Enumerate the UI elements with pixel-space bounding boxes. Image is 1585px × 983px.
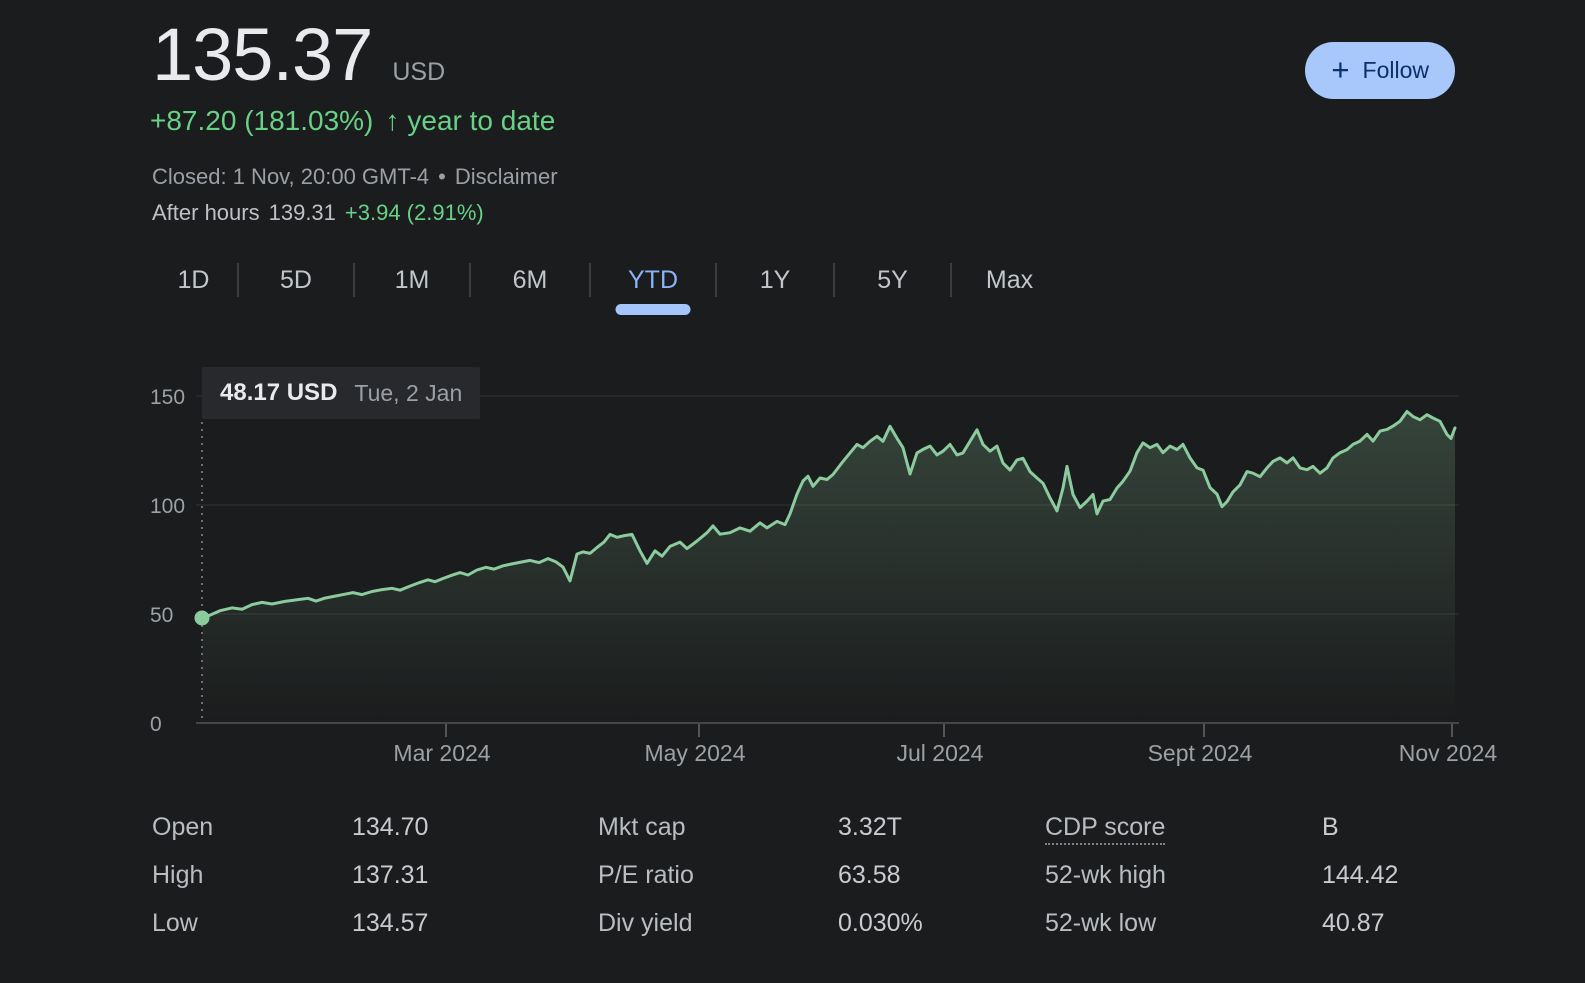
y-axis-label: 50 (150, 604, 173, 627)
x-axis-label: Jul 2024 (897, 740, 984, 766)
stat-value: 3.32T (838, 813, 902, 842)
market-status-row: Closed: 1 Nov, 20:00 GMT-4 • Disclaimer (152, 163, 558, 191)
y-axis-label: 150 (150, 386, 185, 409)
price-change-row: +87.20 (181.03%) ↑ year to date (150, 104, 555, 138)
separator-dot: • (438, 163, 446, 191)
stat-label: Low (152, 909, 352, 938)
follow-button-label: Follow (1363, 57, 1429, 84)
x-axis-label: Sept 2024 (1148, 740, 1253, 766)
hovered-point-dot (195, 610, 210, 625)
stat-row: P/E ratio63.58 (598, 851, 923, 899)
stat-label: 52-wk low (1045, 909, 1322, 938)
y-axis-label: 100 (150, 495, 185, 518)
plus-icon: + (1331, 54, 1349, 85)
stats-column: Open134.70High137.31Low134.57 (152, 803, 428, 947)
tab-label: 6M (513, 266, 548, 295)
time-range-tabs: 1D 5D 1M 6M YTD 1Y 5Y Max (150, 256, 1067, 318)
stat-label: High (152, 861, 352, 890)
stat-row: Div yield0.030% (598, 899, 923, 947)
stat-value: 63.58 (838, 861, 901, 890)
tab-max[interactable]: Max (952, 256, 1067, 304)
x-axis-label: May 2024 (644, 740, 745, 766)
stat-label: Div yield (598, 909, 838, 938)
closed-status: Closed: 1 Nov, 20:00 GMT-4 (152, 163, 429, 191)
stock-price: 135.37 (152, 18, 372, 92)
tab-label: 1D (178, 266, 210, 295)
stat-value: 0.030% (838, 909, 923, 938)
tab-label: 5D (280, 266, 312, 295)
tab-label: 1Y (760, 266, 791, 295)
stat-label: P/E ratio (598, 861, 838, 890)
price-currency: USD (392, 58, 445, 87)
after-hours-price: 139.31 (269, 199, 336, 227)
stat-row: High137.31 (152, 851, 428, 899)
tab-ytd[interactable]: YTD (591, 256, 715, 304)
tab-5y[interactable]: 5Y (835, 256, 950, 304)
price-change: +87.20 (181.03%) (150, 104, 373, 138)
stat-row: Mkt cap3.32T (598, 803, 923, 851)
after-hours-change: +3.94 (2.91%) (345, 199, 484, 227)
chart-tooltip: 48.17 USD Tue, 2 Jan (202, 367, 480, 419)
active-tab-underline (616, 304, 691, 315)
stat-label[interactable]: CDP score (1045, 813, 1322, 842)
tooltip-date: Tue, 2 Jan (354, 380, 462, 407)
stock-page: 0 50 100 150 Mar 2024 May 2024 Jul 2024 Sept 20… (0, 0, 1585, 983)
stat-value: 40.87 (1322, 909, 1385, 938)
stat-value: 137.31 (352, 861, 428, 890)
price-header: 135.37 USD (152, 18, 445, 92)
change-period: year to date (407, 104, 555, 138)
up-arrow-icon: ↑ (385, 104, 399, 138)
tab-label: Max (986, 266, 1033, 295)
tab-5d[interactable]: 5D (239, 256, 353, 304)
tab-label: 5Y (877, 266, 908, 295)
area-fill (202, 412, 1455, 724)
stat-row: 52-wk high144.42 (1045, 851, 1398, 899)
x-axis-label: Mar 2024 (393, 740, 490, 766)
tab-label: 1M (395, 266, 430, 295)
stats-column: CDP scoreB52-wk high144.4252-wk low40.87 (1045, 803, 1398, 947)
after-hours-row: After hours 139.31 +3.94 (2.91%) (152, 199, 484, 227)
stats-column: Mkt cap3.32TP/E ratio63.58Div yield0.030… (598, 803, 923, 947)
stat-value: 134.57 (352, 909, 428, 938)
tab-1d[interactable]: 1D (150, 256, 237, 304)
tab-1m[interactable]: 1M (355, 256, 469, 304)
after-hours-label: After hours (152, 199, 260, 227)
y-axis-label: 0 (150, 713, 162, 736)
stat-value: 144.42 (1322, 861, 1398, 890)
disclaimer-link[interactable]: Disclaimer (455, 163, 558, 191)
stat-label: 52-wk high (1045, 861, 1322, 890)
stat-label: Open (152, 813, 352, 842)
stat-row: 52-wk low40.87 (1045, 899, 1398, 947)
follow-button[interactable]: + Follow (1305, 42, 1455, 99)
tab-label: YTD (628, 266, 678, 295)
stat-value: B (1322, 813, 1339, 842)
tooltip-price: 48.17 USD (220, 379, 337, 407)
stat-row: CDP scoreB (1045, 803, 1398, 851)
tab-6m[interactable]: 6M (471, 256, 589, 304)
stat-row: Low134.57 (152, 899, 428, 947)
x-axis-label: Nov 2024 (1399, 740, 1498, 766)
stat-value: 134.70 (352, 813, 428, 842)
stat-label: Mkt cap (598, 813, 838, 842)
stat-row: Open134.70 (152, 803, 428, 851)
tab-1y[interactable]: 1Y (717, 256, 833, 304)
